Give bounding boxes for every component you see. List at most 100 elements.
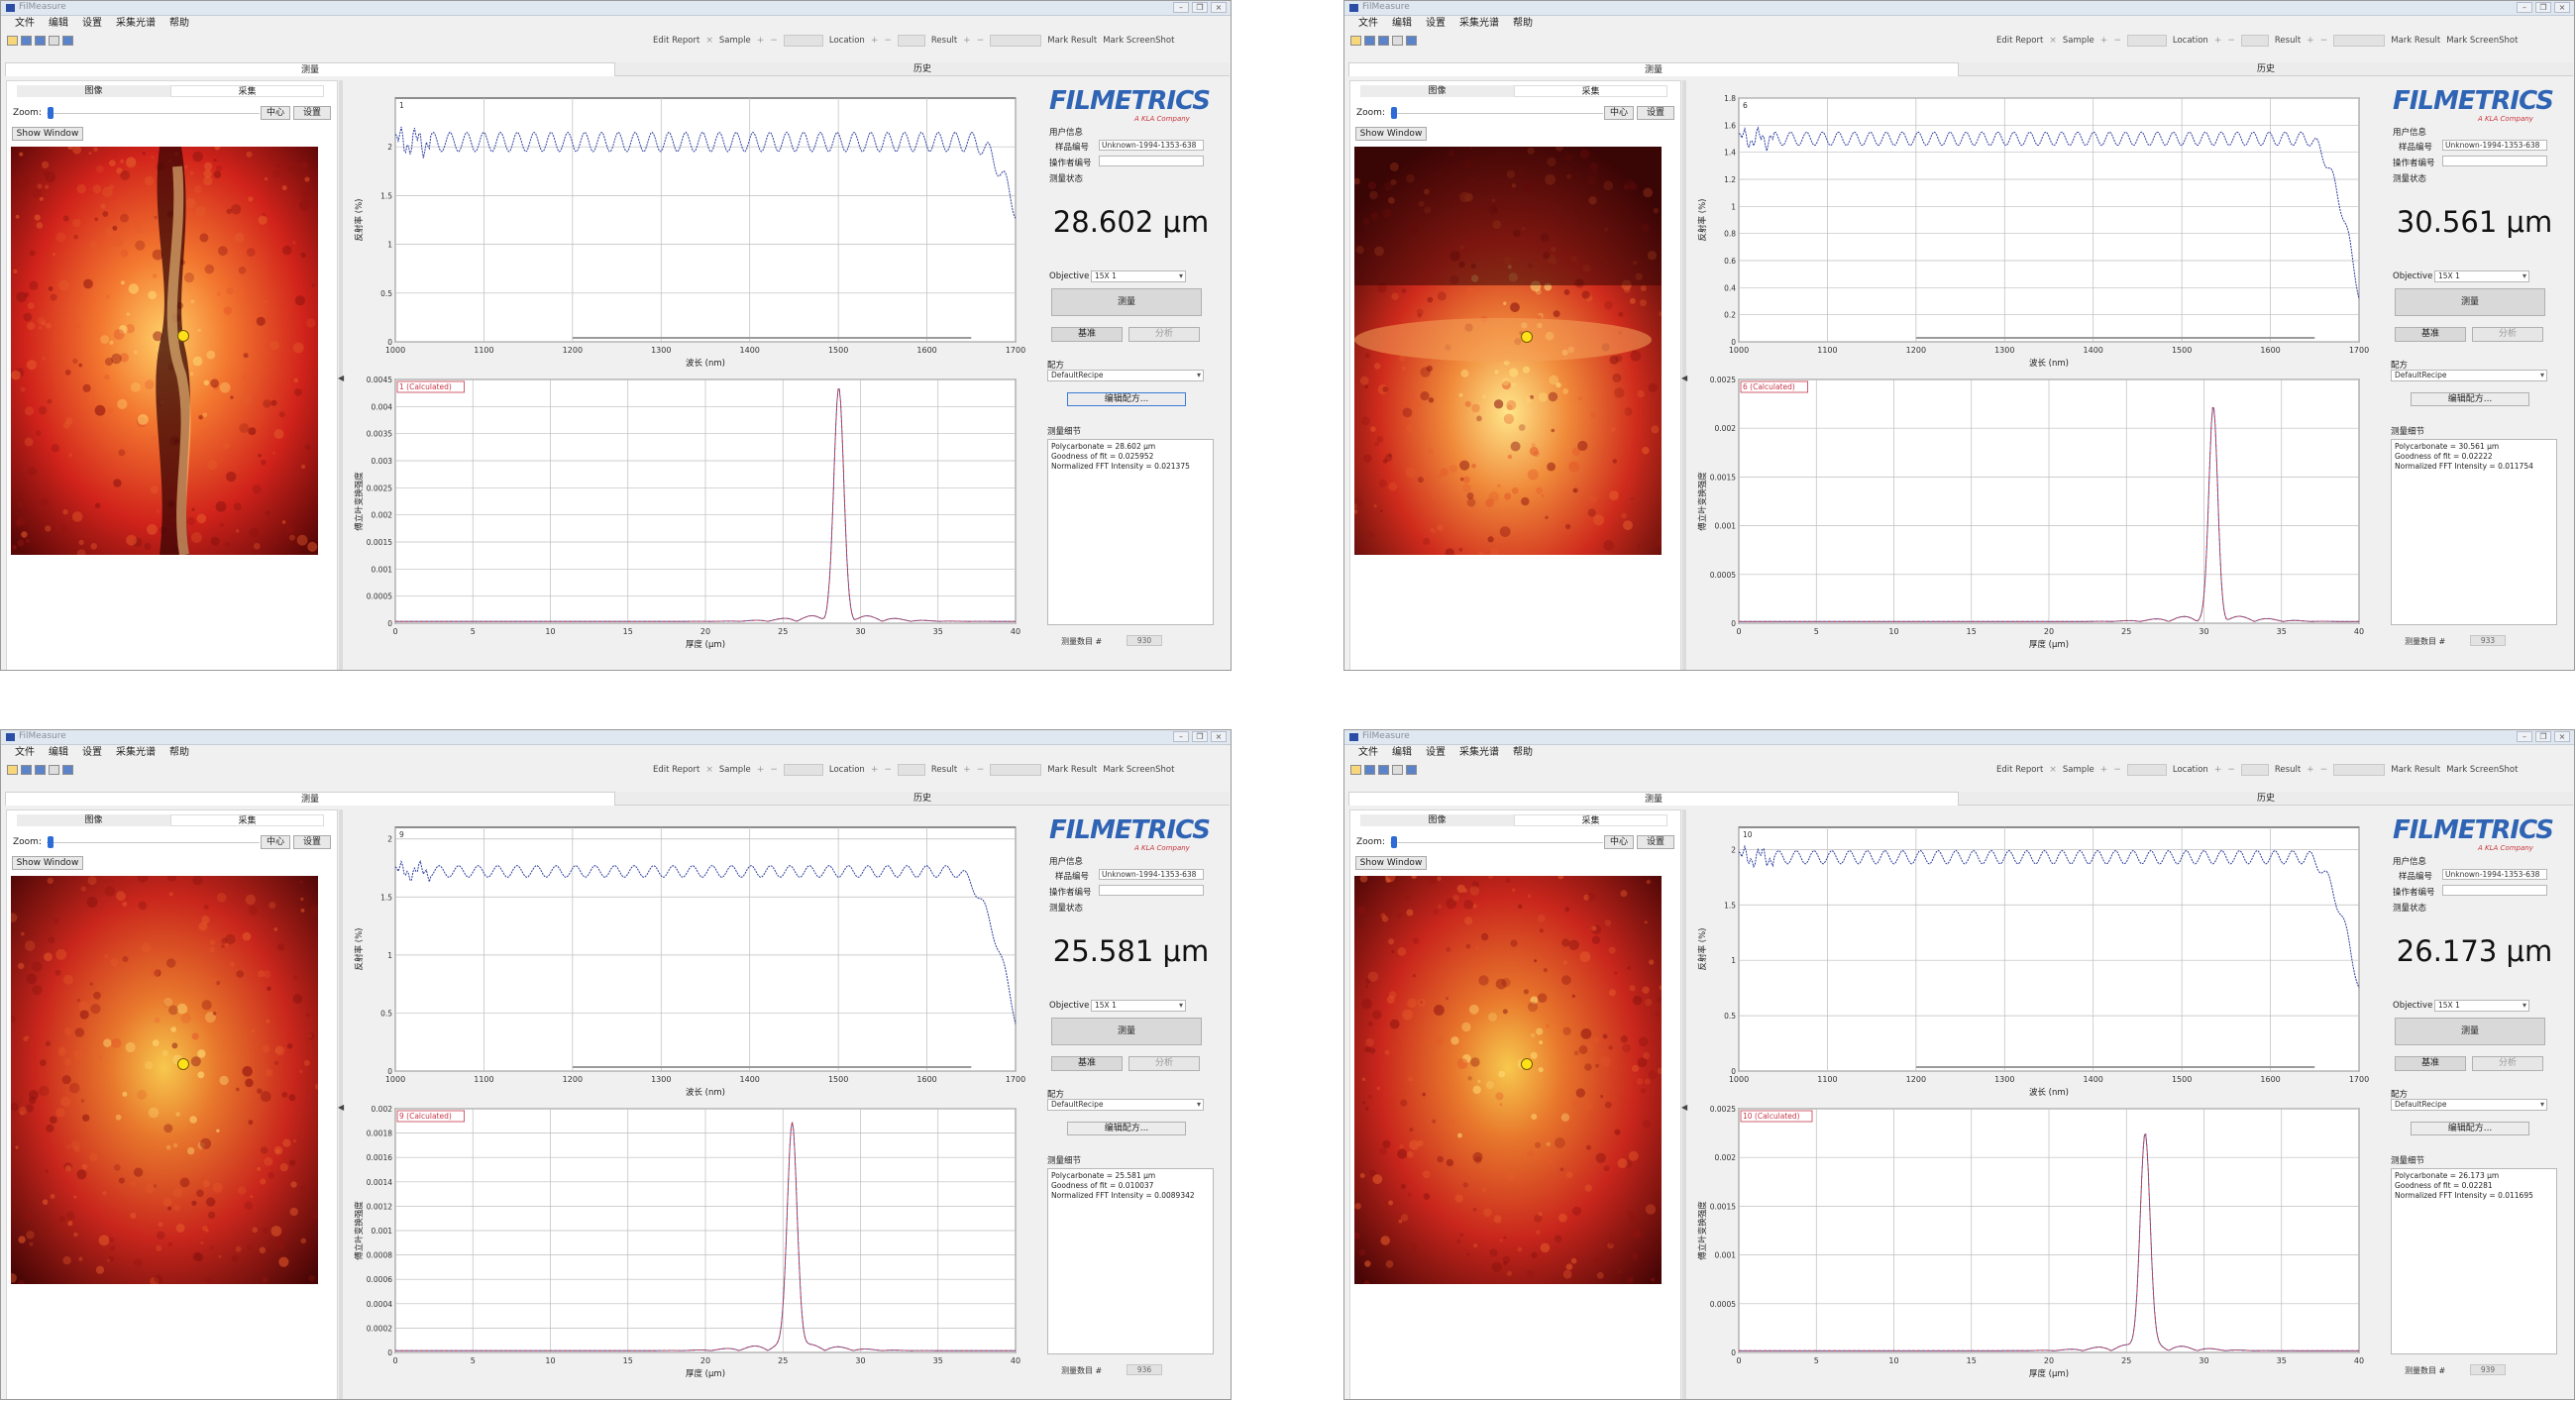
menu-acquire[interactable]: 采集光谱 — [116, 16, 156, 31]
menu-help[interactable]: 帮助 — [169, 745, 189, 760]
menu-help[interactable]: 帮助 — [1513, 16, 1533, 31]
result-remove-icon[interactable]: − — [2320, 765, 2328, 775]
show-window-button[interactable]: Show Window — [12, 127, 83, 141]
sample-remove-icon[interactable]: − — [770, 765, 778, 775]
menu-settings[interactable]: 设置 — [1426, 16, 1446, 31]
menu-settings[interactable]: 设置 — [1426, 745, 1446, 760]
measure-button[interactable]: 测量 — [1051, 1018, 1202, 1045]
show-window-button[interactable]: Show Window — [1355, 856, 1427, 870]
baseline-button[interactable]: 基准 — [1051, 327, 1123, 342]
menu-edit[interactable]: 编辑 — [49, 16, 68, 31]
maximize-button[interactable]: ❐ — [2535, 2, 2551, 13]
result-add-icon[interactable]: + — [963, 36, 971, 46]
measurement-spot-marker[interactable] — [177, 330, 189, 342]
print-icon[interactable] — [62, 36, 73, 46]
menu-file[interactable]: 文件 — [1358, 16, 1378, 31]
tab-image[interactable]: 图像 — [17, 85, 170, 97]
zoom-slider-thumb[interactable] — [1391, 107, 1397, 119]
tab-image[interactable]: 图像 — [17, 814, 170, 826]
edit-report-button[interactable]: Edit Report — [653, 36, 699, 46]
close-button[interactable]: × — [1211, 731, 1227, 742]
center-button[interactable]: 中心 — [261, 835, 290, 849]
close-report-icon[interactable]: × — [2049, 765, 2057, 775]
new-file-icon[interactable] — [7, 765, 18, 775]
location-add-icon[interactable]: + — [2214, 765, 2222, 775]
set-button[interactable]: 设置 — [1637, 106, 1674, 120]
zoom-slider-thumb[interactable] — [1391, 836, 1397, 848]
camera-view[interactable] — [11, 876, 318, 1284]
open-folder-icon[interactable] — [1364, 765, 1375, 775]
collapse-arrow-icon[interactable]: ◀ — [1681, 1103, 1687, 1112]
operator-id-field[interactable] — [1099, 156, 1204, 166]
print-icon[interactable] — [1406, 36, 1417, 46]
measure-button[interactable]: 测量 — [2395, 1018, 2545, 1045]
location-remove-icon[interactable]: − — [884, 36, 892, 46]
measure-button[interactable]: 测量 — [1051, 288, 1202, 316]
baseline-button[interactable]: 基准 — [2395, 1056, 2466, 1071]
location-select[interactable] — [897, 764, 925, 776]
menu-acquire[interactable]: 采集光谱 — [1459, 16, 1499, 31]
camera-view[interactable] — [1354, 876, 1662, 1284]
location-remove-icon[interactable]: − — [2227, 765, 2235, 775]
set-button[interactable]: 设置 — [1637, 835, 1674, 849]
show-window-button[interactable]: Show Window — [1355, 127, 1427, 141]
zoom-slider-thumb[interactable] — [48, 836, 54, 848]
center-button[interactable]: 中心 — [1604, 835, 1634, 849]
close-report-icon[interactable]: × — [705, 36, 713, 46]
copy-icon[interactable] — [49, 36, 59, 46]
location-select[interactable] — [2240, 35, 2269, 47]
new-file-icon[interactable] — [1350, 36, 1361, 46]
minimize-button[interactable]: – — [1173, 731, 1189, 742]
analyze-button[interactable]: 分析 — [1128, 1056, 1200, 1071]
result-select[interactable] — [2333, 35, 2386, 47]
tab-camera[interactable]: 采集 — [1514, 85, 1667, 97]
zoom-slider-track[interactable] — [47, 113, 260, 114]
recipe-select[interactable]: DefaultRecipe — [2391, 1099, 2547, 1111]
location-add-icon[interactable]: + — [871, 765, 879, 775]
menu-file[interactable]: 文件 — [15, 745, 35, 760]
mark-screenshot-button[interactable]: Mark ScreenShot — [2446, 36, 2518, 46]
location-select[interactable] — [897, 35, 925, 47]
result-select[interactable] — [2333, 764, 2386, 776]
edit-recipe-button[interactable]: 编辑配方... — [1067, 392, 1186, 406]
close-button[interactable]: × — [1211, 2, 1227, 13]
tab-measure[interactable]: 测量 — [1348, 792, 1959, 806]
copy-icon[interactable] — [1392, 765, 1403, 775]
result-remove-icon[interactable]: − — [2320, 36, 2328, 46]
measurement-spot-marker[interactable] — [177, 1058, 189, 1070]
tab-history[interactable]: 历史 — [1959, 792, 2573, 806]
menu-acquire[interactable]: 采集光谱 — [116, 745, 156, 760]
collapse-arrow-icon[interactable]: ◀ — [1681, 374, 1687, 382]
menu-edit[interactable]: 编辑 — [1392, 745, 1412, 760]
show-window-button[interactable]: Show Window — [12, 856, 83, 870]
camera-view[interactable] — [11, 147, 318, 555]
result-add-icon[interactable]: + — [963, 765, 971, 775]
save-icon[interactable] — [35, 36, 46, 46]
open-folder-icon[interactable] — [21, 36, 32, 46]
menu-settings[interactable]: 设置 — [82, 745, 102, 760]
menu-file[interactable]: 文件 — [15, 16, 35, 31]
minimize-button[interactable]: – — [2517, 731, 2532, 742]
tab-history[interactable]: 历史 — [1959, 62, 2573, 76]
save-icon[interactable] — [1378, 36, 1389, 46]
sample-add-icon[interactable]: + — [757, 36, 765, 46]
edit-recipe-button[interactable]: 编辑配方... — [2411, 392, 2529, 406]
sample-id-field[interactable]: Unknown-1994-1353-638 — [2442, 140, 2547, 151]
close-button[interactable]: × — [2554, 731, 2570, 742]
tab-image[interactable]: 图像 — [1360, 85, 1514, 97]
tab-measure[interactable]: 测量 — [5, 62, 615, 76]
save-icon[interactable] — [35, 765, 46, 775]
tab-camera[interactable]: 采集 — [170, 814, 324, 826]
measurement-spot-marker[interactable] — [1521, 331, 1533, 343]
mark-result-button[interactable]: Mark Result — [1047, 765, 1097, 775]
menu-acquire[interactable]: 采集光谱 — [1459, 745, 1499, 760]
collapse-arrow-icon[interactable]: ◀ — [338, 1103, 344, 1112]
location-add-icon[interactable]: + — [871, 36, 879, 46]
tab-measure[interactable]: 测量 — [1348, 62, 1959, 76]
zoom-slider-track[interactable] — [1390, 113, 1603, 114]
maximize-button[interactable]: ❐ — [2535, 731, 2551, 742]
tab-measure[interactable]: 测量 — [5, 792, 615, 806]
measurement-spot-marker[interactable] — [1521, 1058, 1533, 1070]
sample-select[interactable] — [2126, 35, 2167, 47]
camera-view[interactable] — [1354, 147, 1662, 555]
